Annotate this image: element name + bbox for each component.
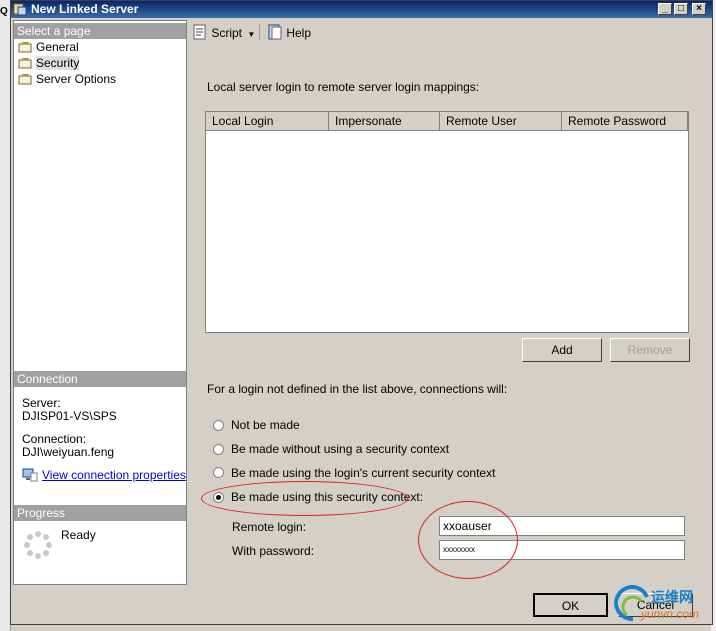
mappings-caption: Local server login to remote server logi… bbox=[207, 80, 480, 94]
progress-header: Progress bbox=[14, 505, 186, 521]
page-item-security[interactable]: Security bbox=[18, 56, 80, 71]
column-header-remote-password[interactable]: Remote Password bbox=[562, 112, 688, 131]
page-item-label: Security bbox=[36, 56, 80, 70]
radio-label-without-security-context[interactable]: Be made without using a security context bbox=[231, 442, 449, 456]
radio-current-security-context[interactable] bbox=[213, 467, 224, 478]
script-button[interactable]: Script ▼ bbox=[192, 24, 255, 40]
page-item-server-options[interactable]: Server Options bbox=[18, 72, 116, 87]
dropdown-arrow-icon[interactable]: ▼ bbox=[247, 30, 255, 39]
toolbar-separator bbox=[259, 24, 260, 40]
annotation-oval-credentials bbox=[418, 501, 518, 579]
properties-page-icon bbox=[18, 42, 32, 53]
close-button[interactable]: × bbox=[692, 3, 706, 15]
help-button[interactable]: Help bbox=[267, 24, 311, 40]
login-mappings-grid[interactable]: Local Login Impersonate Remote User Remo… bbox=[205, 111, 689, 333]
ok-button[interactable]: OK bbox=[533, 593, 608, 617]
window-title: New Linked Server bbox=[31, 2, 139, 16]
server-value: DJISP01-VS\SPS bbox=[22, 409, 117, 423]
view-connection-properties-link[interactable]: View connection properties bbox=[42, 468, 186, 482]
minimize-button[interactable]: _ bbox=[658, 3, 672, 15]
radio-without-security-context[interactable] bbox=[213, 444, 224, 455]
radio-label-current-security-context[interactable]: Be made using the login's current securi… bbox=[231, 466, 495, 480]
not-defined-caption: For a login not defined in the list abov… bbox=[207, 382, 508, 396]
connection-value: DJI\weiyuan.feng bbox=[22, 445, 115, 459]
page-item-general[interactable]: General bbox=[18, 40, 79, 55]
title-bar[interactable]: New Linked Server _ □ × bbox=[11, 1, 712, 18]
remove-button[interactable]: Remove bbox=[610, 338, 690, 362]
view-connection-properties[interactable]: View connection properties bbox=[22, 468, 186, 482]
help-label: Help bbox=[286, 26, 312, 40]
connection-properties-icon bbox=[22, 468, 38, 482]
page-item-label: Server Options bbox=[36, 72, 117, 86]
script-icon bbox=[193, 24, 206, 40]
progress-spinner-icon bbox=[24, 531, 52, 559]
progress-status: Ready bbox=[61, 528, 96, 542]
watermark-logo: 运维网 yunvn.com bbox=[613, 585, 713, 625]
remote-login-label: Remote login: bbox=[232, 520, 307, 534]
left-panel: Select a page General Security Server Op… bbox=[13, 20, 187, 585]
help-icon bbox=[268, 24, 282, 40]
radio-not-be-made[interactable] bbox=[213, 420, 224, 431]
add-button[interactable]: Add bbox=[522, 338, 602, 362]
annotation-oval-radio bbox=[201, 481, 408, 516]
properties-page-icon bbox=[18, 58, 32, 69]
watermark-cn: 运维网 bbox=[651, 589, 693, 605]
radio-label-not-be-made[interactable]: Not be made bbox=[231, 418, 300, 432]
properties-page-icon bbox=[18, 74, 32, 85]
security-page-content: Local server login to remote server logi… bbox=[187, 46, 712, 586]
toolbar: Script ▼ Help bbox=[187, 20, 712, 46]
watermark-en: yunvn.com bbox=[641, 607, 700, 621]
new-linked-server-dialog: New Linked Server _ □ × Select a page Ge… bbox=[10, 0, 713, 625]
select-page-header: Select a page bbox=[14, 23, 186, 39]
column-header-remote-user[interactable]: Remote User bbox=[440, 112, 562, 131]
maximize-button[interactable]: □ bbox=[674, 3, 688, 15]
linked-server-icon bbox=[13, 3, 27, 16]
page-item-label: General bbox=[36, 40, 79, 54]
script-label: Script bbox=[211, 26, 243, 40]
column-header-local-login[interactable]: Local Login bbox=[206, 112, 329, 131]
column-header-impersonate[interactable]: Impersonate bbox=[329, 112, 440, 131]
with-password-label: With password: bbox=[232, 544, 315, 558]
connection-header: Connection bbox=[14, 371, 186, 387]
